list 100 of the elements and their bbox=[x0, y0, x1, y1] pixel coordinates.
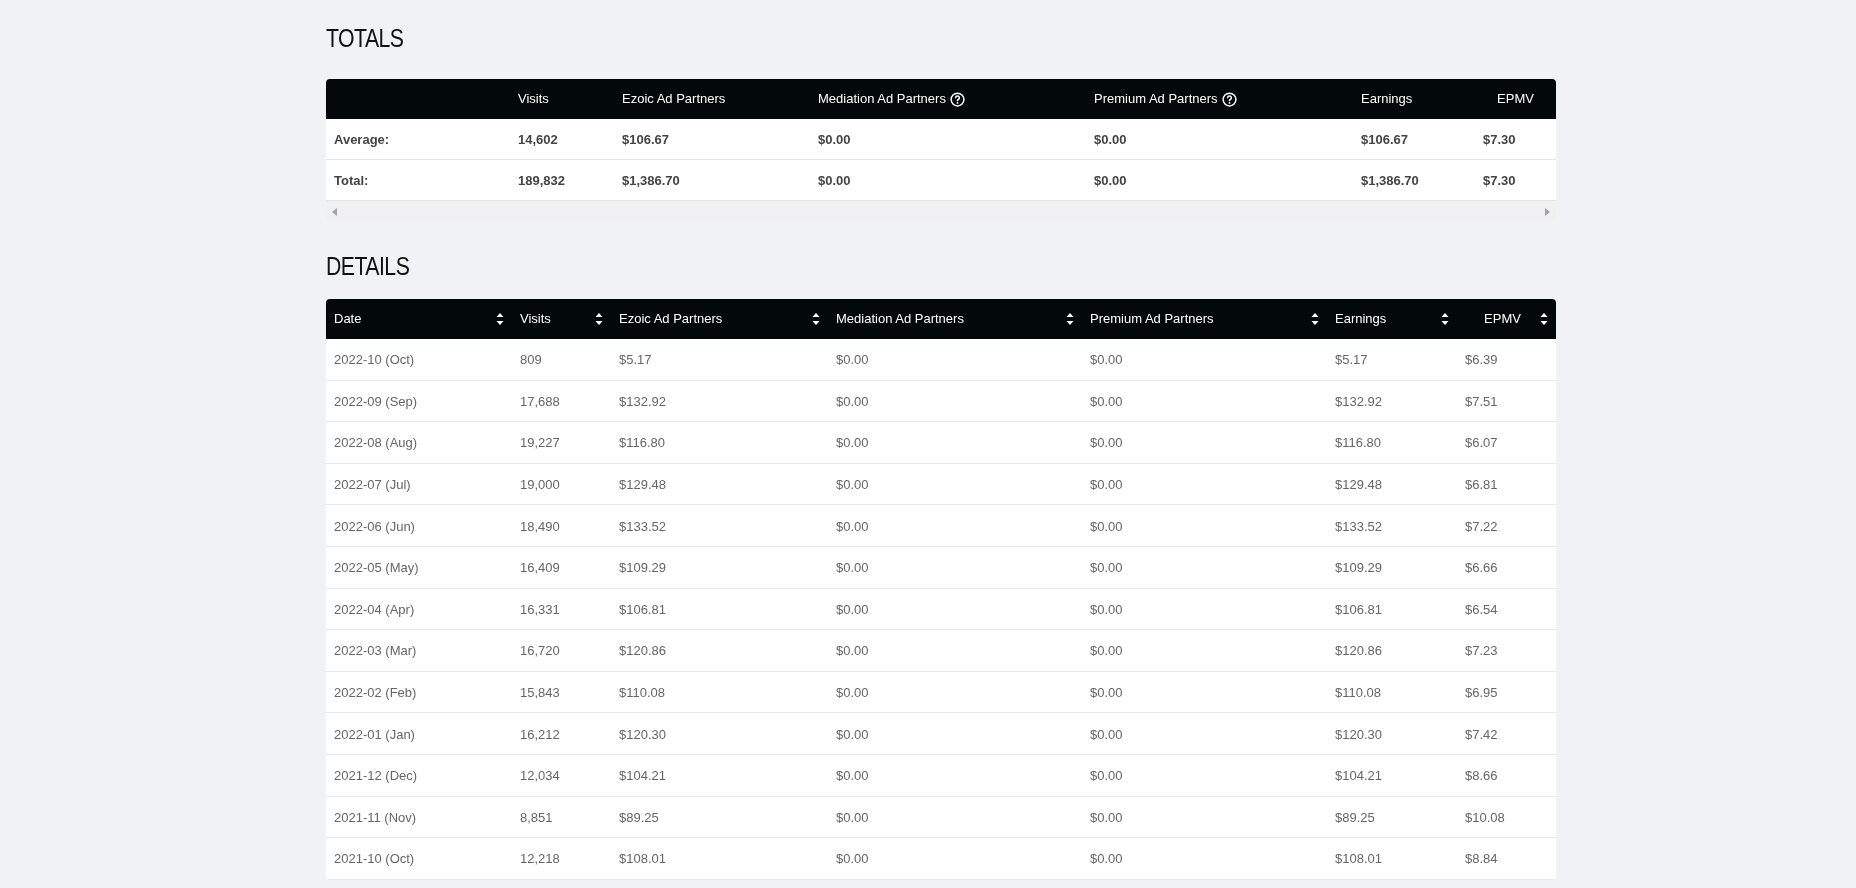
table-cell: 16,720 bbox=[520, 643, 560, 659]
table-cell: $0.00 bbox=[836, 768, 869, 784]
table-cell: $6.07 bbox=[1465, 435, 1498, 451]
table-cell: 14,602 bbox=[518, 132, 558, 147]
table-cell: $0.00 bbox=[1094, 173, 1127, 188]
table-cell: $0.00 bbox=[1090, 560, 1123, 576]
table-cell: $0.00 bbox=[836, 352, 869, 368]
table-cell: $0.00 bbox=[836, 809, 869, 825]
table-cell: 2021-10 (Oct) bbox=[334, 851, 415, 867]
table-cell: $0.00 bbox=[1090, 435, 1123, 451]
table-cell: $7.30 bbox=[1483, 173, 1516, 188]
table-cell: 15,843 bbox=[520, 685, 560, 701]
table-cell: $8.84 bbox=[1465, 851, 1498, 867]
table-cell: 2022-04 (Apr) bbox=[334, 601, 415, 617]
table-cell: $6.54 bbox=[1465, 601, 1498, 617]
table-cell: $0.00 bbox=[836, 726, 869, 742]
sort-icon[interactable] bbox=[812, 312, 820, 326]
help-icon[interactable] bbox=[949, 91, 965, 107]
table-cell: $1,386.70 bbox=[622, 173, 680, 188]
table-cell: $0.00 bbox=[836, 643, 869, 659]
table-cell: 2022-10 (Oct) bbox=[334, 352, 415, 368]
table-cell: $120.86 bbox=[1335, 643, 1382, 659]
table-cell: $5.17 bbox=[619, 352, 652, 368]
table-cell: $108.01 bbox=[1335, 851, 1382, 867]
table-cell: 2022-07 (Jul) bbox=[334, 477, 411, 493]
table-cell: 2022-08 (Aug) bbox=[334, 435, 418, 451]
table-cell: $116.80 bbox=[1335, 435, 1382, 451]
table-cell: 19,227 bbox=[520, 435, 560, 451]
column-header[interactable]: Earnings bbox=[1327, 299, 1457, 339]
table-cell: $0.00 bbox=[1090, 352, 1123, 368]
table-cell: $106.81 bbox=[619, 601, 666, 617]
column-header[interactable]: EPMV bbox=[1457, 299, 1556, 339]
table-cell: $129.48 bbox=[619, 477, 666, 493]
column-header[interactable]: Premium Ad Partners bbox=[1094, 89, 1237, 109]
table-cell: $10.08 bbox=[1465, 809, 1505, 825]
table-cell: 16,212 bbox=[520, 726, 560, 742]
row-label: Average: bbox=[334, 132, 390, 147]
sort-icon[interactable] bbox=[496, 312, 504, 326]
table-cell: $129.48 bbox=[1335, 477, 1382, 493]
table-cell: 2022-09 (Sep) bbox=[334, 393, 418, 409]
table-cell: 809 bbox=[520, 352, 542, 368]
column-header[interactable]: Ezoic Ad Partners bbox=[611, 299, 828, 339]
section-title: DETAILS bbox=[326, 251, 411, 282]
table-cell: $1,386.70 bbox=[1361, 173, 1419, 188]
table-cell: $104.21 bbox=[1335, 768, 1382, 784]
table-cell: $0.00 bbox=[818, 132, 851, 147]
table-cell: $0.00 bbox=[1090, 768, 1123, 784]
sort-icon[interactable] bbox=[1441, 312, 1449, 326]
table-cell: 2022-02 (Feb) bbox=[334, 685, 417, 701]
column-header[interactable]: EPMV bbox=[1497, 89, 1534, 109]
table-cell: $89.25 bbox=[619, 809, 659, 825]
table-cell: $0.00 bbox=[1090, 518, 1123, 534]
table-cell: $133.52 bbox=[1335, 518, 1382, 534]
table-cell: $120.86 bbox=[619, 643, 666, 659]
help-icon[interactable] bbox=[1221, 91, 1237, 107]
table-cell: $7.51 bbox=[1465, 393, 1498, 409]
table-cell: $132.92 bbox=[619, 393, 666, 409]
table-cell: $109.29 bbox=[619, 560, 666, 576]
section-title: TOTALS bbox=[326, 23, 405, 54]
table-cell: 12,218 bbox=[520, 851, 560, 867]
column-header[interactable]: Premium Ad Partners bbox=[1082, 299, 1327, 339]
table-cell: $0.00 bbox=[1090, 601, 1123, 617]
table-cell: $0.00 bbox=[1090, 809, 1123, 825]
table-cell: $6.66 bbox=[1465, 560, 1498, 576]
table-cell: $110.08 bbox=[1335, 685, 1382, 701]
table-cell: 19,000 bbox=[520, 477, 560, 493]
table-cell: $0.00 bbox=[1094, 132, 1127, 147]
table-cell: $0.00 bbox=[1090, 726, 1123, 742]
column-header[interactable]: Ezoic Ad Partners bbox=[622, 89, 726, 109]
table-cell: $5.17 bbox=[1335, 352, 1368, 368]
table-cell: $0.00 bbox=[836, 518, 869, 534]
table-cell: 16,331 bbox=[520, 601, 560, 617]
column-header[interactable]: Mediation Ad Partners bbox=[828, 299, 1082, 339]
table-cell: $0.00 bbox=[836, 560, 869, 576]
sort-icon[interactable] bbox=[1311, 312, 1319, 326]
table-cell: $0.00 bbox=[836, 601, 869, 617]
table-cell: 17,688 bbox=[520, 393, 560, 409]
table-cell: 8,851 bbox=[520, 809, 553, 825]
table-cell: $0.00 bbox=[818, 173, 851, 188]
sort-icon[interactable] bbox=[1540, 312, 1548, 326]
column-header[interactable]: Earnings bbox=[1361, 89, 1413, 109]
table-cell: $0.00 bbox=[1090, 643, 1123, 659]
table-cell: 189,832 bbox=[518, 173, 565, 188]
table-cell: 16,409 bbox=[520, 560, 560, 576]
sort-icon[interactable] bbox=[1066, 312, 1074, 326]
table-cell: $104.21 bbox=[619, 768, 666, 784]
column-header[interactable]: Visits bbox=[512, 299, 611, 339]
table-cell: $7.42 bbox=[1465, 726, 1498, 742]
column-header[interactable]: Visits bbox=[518, 89, 549, 109]
table-cell: $6.39 bbox=[1465, 352, 1498, 368]
sort-icon[interactable] bbox=[595, 312, 603, 326]
table-cell: $120.30 bbox=[619, 726, 666, 742]
table-cell: 2022-06 (Jun) bbox=[334, 518, 415, 534]
column-header[interactable]: Date bbox=[326, 299, 512, 339]
table-cell: $0.00 bbox=[1090, 685, 1123, 701]
table-cell: $7.23 bbox=[1465, 643, 1498, 659]
table-cell: 2021-11 (Nov) bbox=[334, 809, 417, 825]
column-header[interactable]: Mediation Ad Partners bbox=[818, 89, 965, 109]
table-cell: $0.00 bbox=[836, 435, 869, 451]
table-cell: $0.00 bbox=[1090, 851, 1123, 867]
